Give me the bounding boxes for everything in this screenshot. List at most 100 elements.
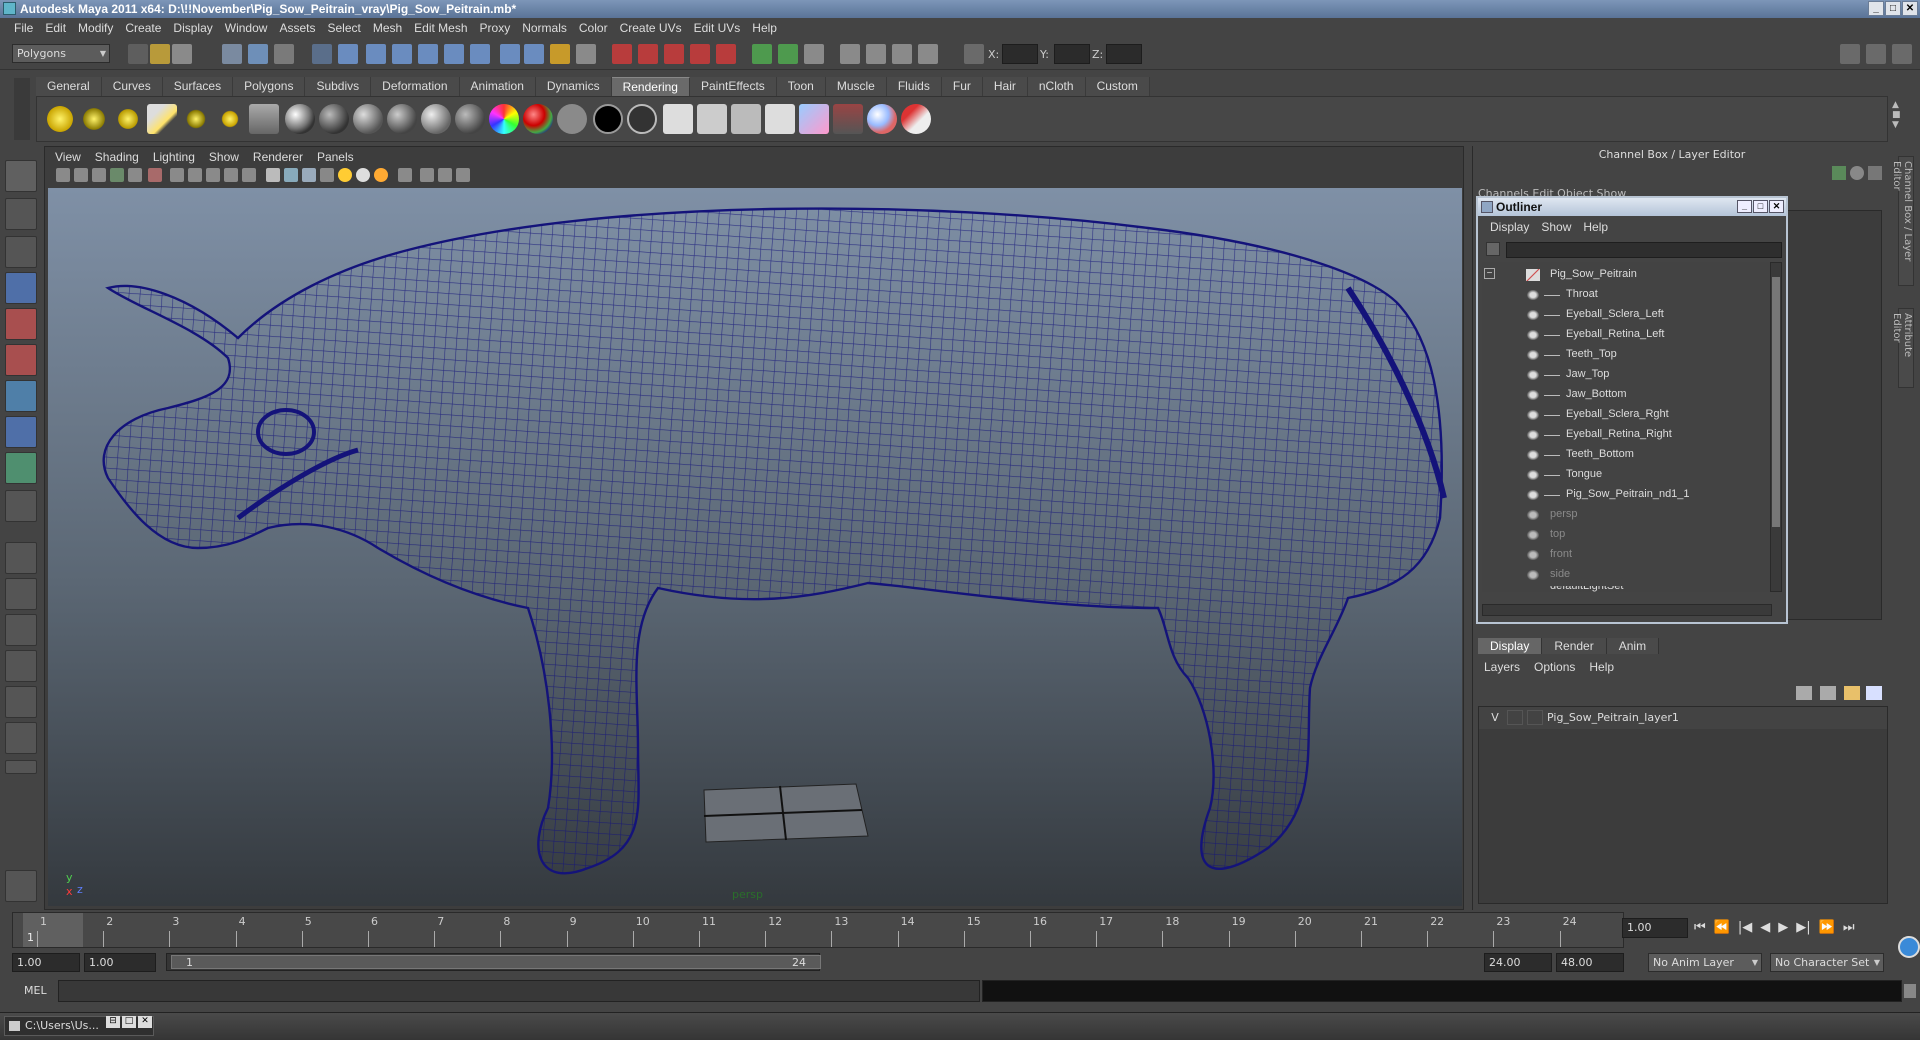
menu-color[interactable]: Color [573, 18, 614, 38]
outliner-maximize-button[interactable]: □ [1753, 200, 1768, 213]
make-live-icon[interactable] [470, 44, 490, 64]
taskbar-maximize-button[interactable]: □ [122, 1016, 136, 1028]
viewport-menu-shading[interactable]: Shading [88, 150, 146, 166]
shelf-tab-fluids[interactable]: Fluids [886, 77, 942, 96]
grid-toggle-icon[interactable] [128, 168, 142, 182]
layout-options-icon[interactable] [5, 760, 37, 774]
history-icon[interactable] [500, 44, 520, 64]
menu-display[interactable]: Display [167, 18, 218, 38]
help-query-icon[interactable] [524, 44, 544, 64]
scale-tool-icon[interactable] [5, 344, 37, 376]
spot-light-icon[interactable] [147, 104, 177, 134]
layer-tab-display[interactable]: Display [1478, 638, 1543, 654]
scroll-thumb[interactable] [1772, 277, 1780, 527]
layer-menu-layers[interactable]: Layers [1484, 660, 1520, 674]
safe-action-icon[interactable] [224, 168, 238, 182]
toggle-channel-box-icon[interactable] [1892, 44, 1912, 64]
y-field[interactable] [1054, 44, 1090, 64]
viewport2-icon[interactable] [438, 168, 452, 182]
menu-edit[interactable]: Edit [39, 18, 72, 38]
tree-item[interactable]: Jaw_Top [1482, 366, 1772, 385]
color-shader-icon[interactable] [523, 104, 553, 134]
camera-select-icon[interactable] [56, 168, 70, 182]
menu-normals[interactable]: Normals [516, 18, 573, 38]
time-slider[interactable]: 1 1 2 3 4 5 6 7 8 9 10 11 12 13 14 15 16 17 18 19 20 21 22 23 2… [12, 912, 1624, 948]
layer-visibility-toggle[interactable]: V [1487, 711, 1503, 724]
menu-edit-uvs[interactable]: Edit UVs [688, 18, 747, 38]
lambert-material-icon[interactable] [285, 104, 315, 134]
camera-snap-icon[interactable] [840, 44, 860, 64]
ipr-render-icon[interactable] [638, 44, 658, 64]
batch-render-icon[interactable] [731, 104, 761, 134]
new-scene-icon[interactable] [128, 44, 148, 64]
paint-select-tool-icon[interactable] [5, 236, 37, 268]
menu-help[interactable]: Help [746, 18, 783, 38]
current-time-marker[interactable]: 1 [23, 913, 83, 947]
viewport-menu-renderer[interactable]: Renderer [246, 150, 310, 166]
soft-modification-icon[interactable] [5, 416, 37, 448]
playback-end-field[interactable]: 24.00 [1484, 953, 1552, 972]
shelf-tab-toon[interactable]: Toon [776, 77, 826, 96]
ambient-occlusion-icon[interactable] [456, 168, 470, 182]
viewport-menu-show[interactable]: Show [202, 150, 246, 166]
image-plane-icon[interactable] [799, 104, 829, 134]
camera-rotate-icon[interactable] [866, 44, 886, 64]
perspective-viewport[interactable]: persp y z x [48, 188, 1462, 906]
tree-item-root[interactable]: − Pig_Sow_Peitrain [1482, 266, 1772, 285]
shelf-menu-handle[interactable] [14, 78, 30, 140]
directional-light-icon[interactable] [79, 104, 109, 134]
clipboard-icon[interactable] [804, 44, 824, 64]
shelf-scroll-arrows[interactable]: ▲ ■ ▼ [1892, 100, 1906, 140]
anisotropic-material-icon[interactable] [421, 104, 451, 134]
command-input[interactable] [58, 980, 980, 1002]
menu-file[interactable]: File [8, 18, 39, 38]
mask-icon[interactable] [312, 44, 332, 64]
viewport-menu-panels[interactable]: Panels [310, 150, 361, 166]
shelf-tab-fur[interactable]: Fur [941, 77, 983, 96]
lock-icon[interactable] [550, 44, 570, 64]
channel-box-key-icon[interactable] [1832, 166, 1846, 180]
move-layer-down-icon[interactable] [1820, 686, 1836, 700]
render-view-icon[interactable] [716, 44, 736, 64]
gate-mask-icon[interactable] [188, 168, 202, 182]
paint-texture-icon[interactable] [901, 104, 931, 134]
outliner-menu-show[interactable]: Show [1535, 220, 1577, 234]
move-tool-icon[interactable] [5, 272, 37, 304]
render-settings-icon[interactable] [664, 44, 684, 64]
maximize-button[interactable]: □ [1885, 1, 1901, 16]
animation-start-field[interactable]: 1.00 [12, 953, 80, 972]
use-background-icon[interactable] [593, 104, 623, 134]
shelf-tab-subdivs[interactable]: Subdivs [305, 77, 372, 96]
close-button[interactable]: ✕ [1902, 1, 1918, 16]
rotate-tool-icon[interactable] [5, 308, 37, 340]
script-editor-icon[interactable] [1904, 984, 1916, 998]
range-slider-thumb[interactable]: 1 24 [171, 955, 821, 969]
isolate-select-icon[interactable] [398, 168, 412, 182]
tree-item[interactable]: Eyeball_Retina_Right [1482, 426, 1772, 445]
ramp-shader-icon[interactable] [489, 104, 519, 134]
snap-curve-icon[interactable] [392, 44, 412, 64]
four-pane-layout-icon[interactable] [5, 578, 37, 610]
range-slider[interactable]: 1 24 [166, 953, 821, 971]
outliner-filter-icon[interactable] [1486, 242, 1500, 256]
surface-shader-icon[interactable] [557, 104, 587, 134]
step-back-key-button[interactable]: ⏪ [1714, 920, 1730, 935]
taskbar-close-button[interactable]: ✕ [138, 1016, 152, 1028]
xray-icon[interactable] [320, 168, 334, 182]
move-layer-up-icon[interactable] [1796, 686, 1812, 700]
menu-create[interactable]: Create [119, 18, 167, 38]
anim-layer-dropdown[interactable]: No Anim Layer [1648, 953, 1762, 972]
render-globals-icon[interactable] [663, 104, 693, 134]
shadows-icon[interactable] [374, 168, 388, 182]
shelf-tab-general[interactable]: General [36, 77, 102, 96]
volume-light-icon[interactable] [215, 104, 245, 134]
tree-item[interactable]: Jaw_Bottom [1482, 386, 1772, 405]
phonge-material-icon[interactable] [387, 104, 417, 134]
use-default-lighting-icon[interactable] [338, 168, 352, 182]
animation-end-field[interactable]: 48.00 [1556, 953, 1624, 972]
tree-item[interactable]: Teeth_Bottom [1482, 446, 1772, 465]
shelf-tab-painteffects[interactable]: PaintEffects [689, 77, 777, 96]
snap-view-plane-icon[interactable] [444, 44, 464, 64]
side-tab-attribute-editor[interactable]: Attribute Editor [1891, 308, 1914, 388]
viewport-menu-lighting[interactable]: Lighting [146, 150, 202, 166]
